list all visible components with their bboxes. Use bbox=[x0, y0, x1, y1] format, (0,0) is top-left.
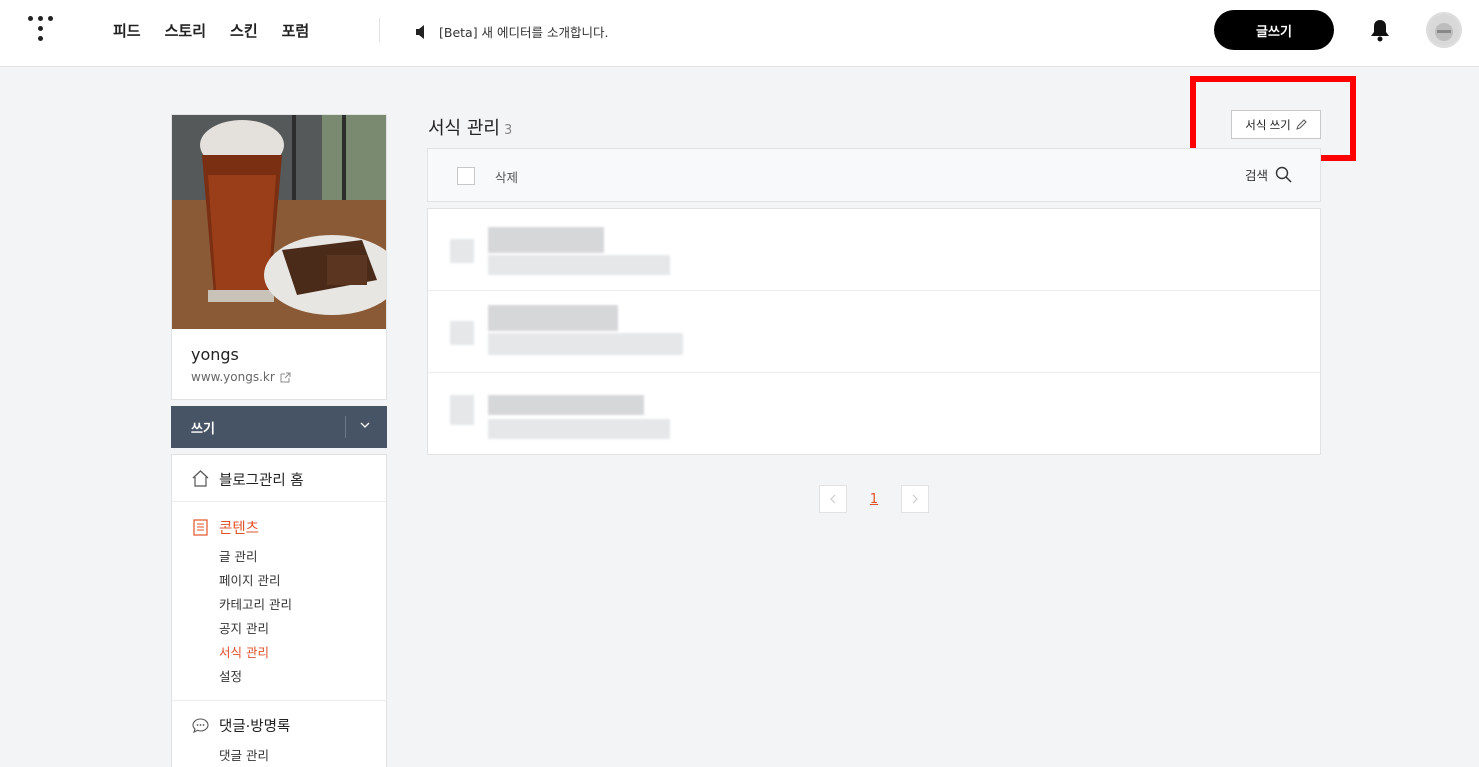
sidebar-item-pages[interactable]: 페이지 관리 bbox=[219, 570, 280, 589]
list-item-meta-redacted bbox=[488, 419, 670, 439]
list-item-title-redacted bbox=[488, 227, 604, 253]
tistory-logo[interactable] bbox=[28, 16, 54, 44]
document-icon bbox=[193, 519, 208, 536]
pagination: 1 bbox=[819, 485, 929, 513]
sidebar-item-notices[interactable]: 공지 관리 bbox=[219, 618, 269, 637]
bell-icon[interactable] bbox=[1369, 18, 1391, 42]
menu-divider bbox=[172, 700, 386, 701]
sidebar-group-contents[interactable]: 콘텐츠 bbox=[219, 517, 259, 538]
delete-button[interactable]: 삭제 bbox=[495, 167, 518, 186]
sidebar-item-home[interactable]: 블로그관리 홈 bbox=[172, 455, 386, 502]
sidebar-item-categories[interactable]: 카테고리 관리 bbox=[219, 594, 292, 613]
sidebar-item-posts[interactable]: 글 관리 bbox=[219, 546, 257, 565]
home-icon bbox=[192, 470, 209, 487]
list-item[interactable] bbox=[428, 291, 1320, 373]
blog-profile-card: yongs www.yongs.kr bbox=[171, 114, 387, 400]
list-item-checkbox[interactable] bbox=[450, 321, 474, 345]
blog-url-link[interactable]: www.yongs.kr bbox=[191, 370, 291, 384]
nav-divider bbox=[379, 18, 380, 42]
profile-photo[interactable] bbox=[172, 115, 386, 329]
list-toolbar: 삭제 검색 bbox=[427, 148, 1321, 202]
nav-story[interactable]: 스토리 bbox=[165, 20, 206, 41]
list-item-title-redacted bbox=[488, 395, 644, 415]
list-item-title-redacted bbox=[488, 305, 618, 331]
nav-skin[interactable]: 스킨 bbox=[230, 20, 258, 41]
page-number[interactable]: 1 bbox=[847, 492, 901, 507]
write-dropdown[interactable]: 쓰기 bbox=[171, 406, 387, 448]
next-page-button[interactable] bbox=[901, 485, 929, 513]
write-dropdown-label: 쓰기 bbox=[191, 422, 215, 437]
avatar[interactable] bbox=[1426, 12, 1462, 48]
list-item-checkbox[interactable] bbox=[450, 395, 474, 425]
list-item-meta-redacted bbox=[488, 255, 670, 275]
list-item[interactable] bbox=[428, 373, 1320, 455]
chevron-left-icon bbox=[830, 494, 836, 504]
blog-url-text: www.yongs.kr bbox=[191, 370, 275, 384]
notice-text: [Beta] 새 에디터를 소개합니다. bbox=[439, 25, 609, 40]
page-title: 서식 관리 3 bbox=[428, 114, 512, 140]
notice-link[interactable]: [Beta] 새 에디터를 소개합니다. bbox=[415, 22, 608, 41]
sidebar-item-templates[interactable]: 서식 관리 bbox=[219, 642, 269, 661]
main-nav: 피드 스토리 스킨 포럼 bbox=[113, 20, 333, 41]
chevron-down-icon[interactable] bbox=[359, 419, 371, 431]
write-post-button[interactable]: 글쓰기 bbox=[1214, 10, 1334, 50]
search-label: 검색 bbox=[1244, 168, 1268, 183]
sidebar-menu: 블로그관리 홈 콘텐츠 글 관리 페이지 관리 카테고리 관리 공지 관리 서식… bbox=[171, 454, 387, 767]
list-item-checkbox[interactable] bbox=[450, 239, 474, 263]
top-bar: 피드 스토리 스킨 포럼 [Beta] 새 에디터를 소개합니다. 글쓰기 bbox=[0, 0, 1479, 67]
template-list bbox=[427, 208, 1321, 455]
list-item-meta-redacted bbox=[488, 333, 683, 355]
sidebar-item-comments[interactable]: 댓글 관리 bbox=[219, 745, 269, 764]
prev-page-button[interactable] bbox=[819, 485, 847, 513]
write-dropdown-divider bbox=[345, 416, 346, 438]
external-link-icon bbox=[280, 372, 291, 382]
template-count: 3 bbox=[503, 123, 513, 138]
nav-feed[interactable]: 피드 bbox=[113, 20, 141, 41]
list-item[interactable] bbox=[428, 209, 1320, 291]
sidebar-group-comments[interactable]: 댓글·방명록 bbox=[219, 715, 290, 736]
speaker-icon bbox=[416, 24, 424, 39]
sidebar-item-home-label: 블로그관리 홈 bbox=[219, 473, 304, 489]
nav-forum[interactable]: 포럼 bbox=[282, 20, 310, 41]
select-all-checkbox[interactable] bbox=[457, 167, 475, 185]
blog-name: yongs bbox=[191, 345, 239, 364]
page-title-text: 서식 관리 bbox=[428, 118, 500, 139]
search-button[interactable]: 검색 bbox=[1245, 165, 1292, 184]
search-icon bbox=[1275, 166, 1292, 183]
speech-bubble-icon bbox=[192, 718, 209, 734]
chevron-right-icon bbox=[912, 494, 918, 504]
sidebar-item-settings[interactable]: 설정 bbox=[219, 666, 242, 685]
